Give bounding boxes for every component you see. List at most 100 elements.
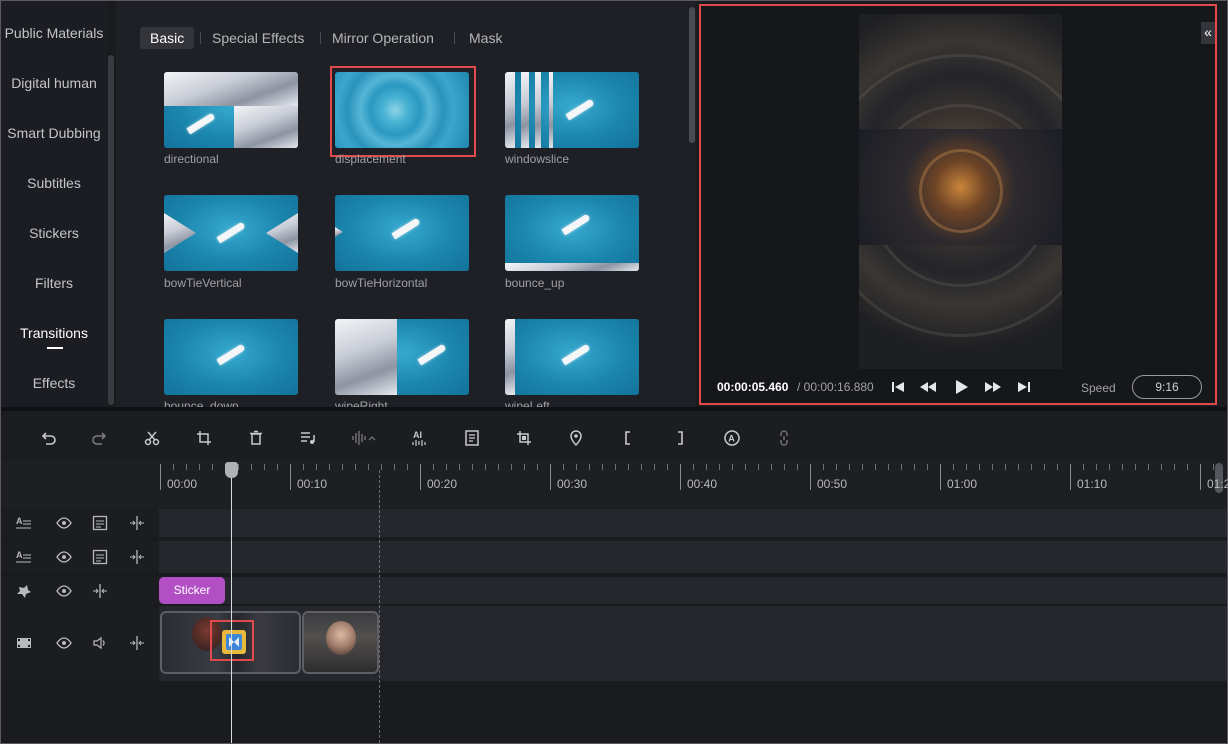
clip-thumbnail [326,621,356,655]
split-track-icon[interactable] [129,515,145,531]
nav-item-subtitles[interactable]: Subtitles [1,175,107,191]
caption-icon[interactable] [92,549,108,565]
video-frame-band [859,129,1062,245]
ruler-major-tick [420,464,421,490]
split-track-icon[interactable] [129,635,145,651]
speed-label[interactable]: Speed [1081,381,1116,395]
panel-scrollbar[interactable] [689,7,695,143]
link-button[interactable] [775,429,793,447]
ruler-tick [563,464,564,470]
collapse-preview-button[interactable]: « [1201,22,1215,44]
ruler-tick [537,464,538,470]
ruler-tick [1109,464,1110,470]
transition-thumb-directional[interactable] [164,72,298,148]
sidebar-scrollbar[interactable] [108,55,114,405]
nav-item-public-materials[interactable]: Public Materials [1,25,107,41]
transition-thumb-windowslice[interactable] [505,72,639,148]
eye-icon[interactable] [56,635,72,651]
ruler-tick [199,464,200,470]
aspect-ratio-button[interactable]: 9:16 [1132,375,1202,399]
transition-thumb-bounce-down[interactable] [164,319,298,395]
ruler-tick [745,464,746,470]
mark-in-button[interactable] [619,429,637,447]
marker-button[interactable] [567,429,585,447]
transition-thumb-bowtiehorizontal[interactable] [335,195,469,271]
split-track-icon[interactable] [92,583,108,599]
nav-item-digital-human[interactable]: Digital human [1,75,107,91]
track-header [1,577,159,604]
crop-button[interactable] [195,429,213,447]
delete-button[interactable] [247,429,265,447]
ruler-tick [1005,464,1006,470]
nav-item-filters[interactable]: Filters [1,275,107,291]
caption-icon[interactable] [92,515,108,531]
ruler-tick [173,464,174,470]
eye-icon[interactable] [56,583,72,599]
text-track-2: A [1,541,1227,573]
ruler-tick [1187,464,1188,470]
snow-image [505,263,639,271]
track-body[interactable] [159,577,1227,604]
ruler-tick [628,464,629,470]
speaker-icon[interactable] [92,635,108,651]
skip-forward-icon [1018,382,1030,392]
ruler-tick [797,464,798,470]
ruler-time-label: 01:2 [1207,477,1228,491]
split-button[interactable] [143,429,161,447]
frame-crop-button[interactable] [515,429,533,447]
ruler-tick [914,464,915,470]
ruler-tick [264,464,265,470]
scissors-icon [144,431,160,446]
eye-icon[interactable] [56,515,72,531]
transition-thumb-bowtievertical[interactable] [164,195,298,271]
transition-thumb-wiperight[interactable] [335,319,469,395]
mark-out-button[interactable] [671,429,689,447]
svg-text:A: A [16,516,23,526]
ruler-tick [212,464,213,470]
undo-button[interactable] [39,429,57,447]
subtitle-button[interactable] [463,429,481,447]
ai-audio-button[interactable]: AI [411,429,429,447]
tab-mirror-operation[interactable]: Mirror Operation [322,27,444,49]
tab-mask[interactable]: Mask [459,27,512,49]
ruler-time-label: 00:30 [557,477,588,491]
auto-button[interactable]: A [723,429,741,447]
transition-label: windowslice [505,152,570,166]
nav-item-stickers[interactable]: Stickers [1,225,107,241]
tab-special-effects[interactable]: Special Effects [202,27,314,49]
fast-forward-button[interactable] [984,378,1002,396]
snow-image [234,106,298,148]
sticker-clip[interactable]: Sticker [159,577,225,604]
transition-thumb-bounce-up[interactable] [505,195,639,271]
skip-to-start-button[interactable] [889,378,907,396]
split-track-icon[interactable] [129,549,145,565]
track-body[interactable] [159,509,1227,537]
tab-basic[interactable]: Basic [140,27,195,49]
ruler-tick [1213,464,1214,470]
ruler-major-tick [1070,464,1071,490]
playhead-handle[interactable] [225,462,238,478]
nav-item-effects[interactable]: Effects [1,375,107,391]
timeline-ruler[interactable]: 00:00 00:10 00:20 00:30 00:40 00:50 01:00 01:10… [1,461,1228,509]
transition-thumb-wipeleft[interactable] [505,319,639,395]
ripple-ring [919,149,1003,233]
music-list-icon [301,432,315,444]
ruler-tick [836,464,837,470]
audio-waveform-button[interactable] [351,429,377,447]
track-body[interactable] [159,541,1227,573]
ruler-tick [524,464,525,470]
redo-button[interactable] [91,429,109,447]
nav-item-smart-dubbing[interactable]: Smart Dubbing [1,125,107,141]
transition-label: directional [164,152,219,166]
eye-icon[interactable] [56,549,72,565]
play-button[interactable] [952,378,970,396]
snow-image [521,72,529,148]
nav-item-transitions[interactable]: Transitions [1,325,107,341]
current-time: 00:00:05.460 [717,380,789,394]
video-clip-2[interactable] [302,611,379,674]
rewind-button[interactable] [919,378,937,396]
ruler-major-tick [550,464,551,490]
skip-to-end-button[interactable] [1015,378,1033,396]
audio-list-button[interactable] [299,429,317,447]
ruler-tick [1083,464,1084,470]
